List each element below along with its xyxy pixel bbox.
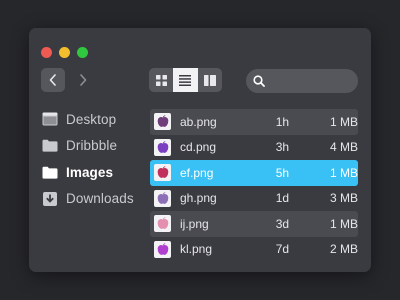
sidebar-item-label: Desktop — [66, 111, 117, 127]
file-row[interactable]: ef.png 5h 1 MB — [150, 160, 358, 186]
file-age: 1h — [275, 114, 290, 129]
file-size: 1 MB — [329, 114, 358, 129]
file-age: 1d — [275, 191, 290, 206]
file-age: 3d — [275, 216, 290, 231]
sidebar-item-label: Downloads — [66, 191, 134, 207]
traffic-lights — [41, 47, 88, 58]
grid-view-icon — [155, 74, 167, 86]
file-name: ij.png — [180, 216, 209, 231]
column-view-button[interactable] — [198, 68, 222, 92]
list-view-icon — [179, 74, 192, 86]
desktop-icon — [41, 111, 58, 128]
close-button[interactable] — [41, 47, 52, 58]
file-name: gh.png — [180, 191, 217, 206]
file-row[interactable]: ab.png 1h 1 MB — [150, 109, 358, 135]
file-name: ef.png — [180, 165, 214, 180]
grid-view-button[interactable] — [149, 68, 173, 92]
minimize-button[interactable] — [59, 47, 70, 58]
view-mode-selector — [149, 68, 222, 92]
file-name: kl.png — [180, 242, 213, 257]
image-thumbnail-icon — [154, 215, 171, 233]
file-size: 1 MB — [329, 216, 358, 231]
file-size: 1 MB — [329, 165, 358, 180]
file-age: 5h — [275, 165, 290, 180]
chevron-left-icon — [49, 74, 56, 86]
sidebar-item-desktop[interactable]: Desktop — [41, 106, 141, 133]
chevron-right-icon — [80, 74, 87, 86]
column-view-icon — [203, 74, 216, 86]
sidebar-item-downloads[interactable]: Downloads — [41, 186, 141, 213]
file-list: ab.png 1h 1 MB cd.png 3h 4 MB ef.png 5h … — [150, 109, 358, 262]
downloads-icon — [41, 190, 58, 207]
file-size: 2 MB — [329, 242, 358, 257]
sidebar-item-images[interactable]: Images — [41, 159, 141, 186]
file-age: 3h — [275, 140, 290, 155]
finder-window: Desktop Dribbble Images Downloads ab.png… — [29, 28, 371, 272]
forward-button[interactable] — [71, 68, 95, 92]
file-name: cd.png — [180, 140, 217, 155]
file-row[interactable]: ij.png 3d 1 MB — [150, 211, 358, 237]
folder-icon — [41, 137, 58, 154]
file-size: 3 MB — [329, 191, 358, 206]
back-button[interactable] — [41, 68, 65, 92]
search-field[interactable] — [246, 69, 358, 93]
image-thumbnail-icon — [154, 113, 171, 131]
file-age: 7d — [275, 242, 290, 257]
file-row[interactable]: kl.png 7d 2 MB — [150, 237, 358, 263]
image-thumbnail-icon — [154, 240, 171, 258]
list-view-button[interactable] — [173, 68, 198, 92]
image-thumbnail-icon — [154, 164, 171, 182]
folder-icon — [41, 164, 58, 181]
image-thumbnail-icon — [154, 138, 171, 156]
sidebar-item-label: Images — [66, 164, 114, 180]
search-icon — [253, 75, 265, 87]
sidebar: Desktop Dribbble Images Downloads — [41, 106, 141, 212]
file-name: ab.png — [180, 114, 217, 129]
file-row[interactable]: gh.png 1d 3 MB — [150, 186, 358, 212]
sidebar-item-label: Dribbble — [66, 138, 118, 154]
sidebar-item-dribbble[interactable]: Dribbble — [41, 133, 141, 160]
zoom-button[interactable] — [77, 47, 88, 58]
image-thumbnail-icon — [154, 189, 171, 207]
file-size: 4 MB — [329, 140, 358, 155]
file-row[interactable]: cd.png 3h 4 MB — [150, 135, 358, 161]
